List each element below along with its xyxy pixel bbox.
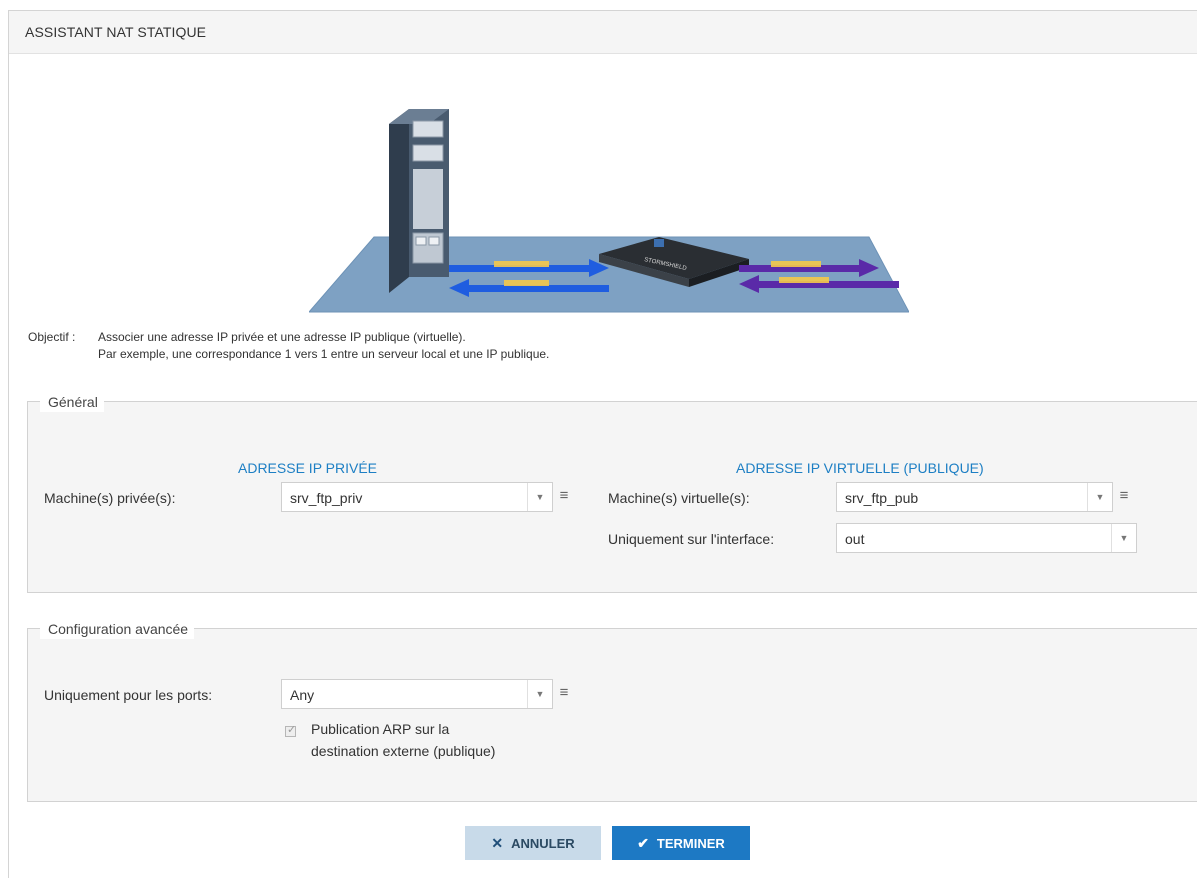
nat-illustration: STORMSHIELD xyxy=(309,109,909,313)
virtual-machines-combo[interactable]: srv_ftp_pub ▼ xyxy=(836,482,1113,512)
finish-label: TERMINER xyxy=(656,836,725,851)
advanced-legend: Configuration avancée xyxy=(40,619,195,639)
general-legend: Général xyxy=(40,392,104,412)
general-section: Général ADRESSE IP PRIVÉE ADRESSE IP VIR… xyxy=(27,392,1197,593)
objective-line-1: Associer une adresse IP privée et une ad… xyxy=(98,330,466,344)
check-icon: ✔ xyxy=(637,835,649,851)
private-ip-title: ADRESSE IP PRIVÉE xyxy=(238,460,378,476)
public-ip-title: ADRESSE IP VIRTUELLE (PUBLIQUE) xyxy=(736,460,984,476)
cancel-button[interactable]: ✕ ANNULER xyxy=(465,826,601,860)
chevron-down-icon[interactable]: ▼ xyxy=(527,680,552,708)
chevron-down-icon[interactable]: ▼ xyxy=(1111,524,1136,552)
interface-combo[interactable]: out ▼ xyxy=(836,523,1137,553)
list-menu-icon[interactable]: ≡ xyxy=(1113,482,1135,510)
interface-value: out xyxy=(845,531,865,547)
arp-publication-checkbox[interactable] xyxy=(285,723,296,737)
ports-value: Any xyxy=(290,687,315,703)
finish-button[interactable]: ✔ TERMINER xyxy=(612,826,750,860)
wizard-window: ASSISTANT NAT STATIQUE STORMSHIELD Objec… xyxy=(8,10,1197,878)
objective-label: Objectif : xyxy=(28,330,76,344)
private-machines-value: srv_ftp_priv xyxy=(290,490,363,506)
objective-line-2: Par exemple, une correspondance 1 vers 1… xyxy=(98,347,550,361)
private-machines-combo[interactable]: srv_ftp_priv ▼ xyxy=(281,482,553,512)
close-icon: ✕ xyxy=(491,835,504,851)
list-menu-icon[interactable]: ≡ xyxy=(553,679,575,707)
cancel-label: ANNULER xyxy=(511,836,575,851)
chevron-down-icon[interactable]: ▼ xyxy=(1087,483,1112,511)
private-machines-label: Machine(s) privée(s): xyxy=(44,490,176,506)
interface-label: Uniquement sur l'interface: xyxy=(608,531,775,547)
server-icon xyxy=(389,109,449,293)
arp-publication-label: Publication ARP sur la destination exter… xyxy=(311,718,495,762)
title-bar: ASSISTANT NAT STATIQUE xyxy=(9,11,1197,54)
ports-label: Uniquement pour les ports: xyxy=(44,687,213,703)
list-menu-icon[interactable]: ≡ xyxy=(553,482,575,510)
arp-label-line-1: Publication ARP sur la xyxy=(311,721,450,737)
advanced-section: Configuration avancée Uniquement pour le… xyxy=(27,619,1197,802)
virtual-machines-label: Machine(s) virtuelle(s): xyxy=(608,490,750,506)
virtual-machines-value: srv_ftp_pub xyxy=(845,490,919,506)
ports-combo[interactable]: Any ▼ xyxy=(281,679,553,709)
window-title: ASSISTANT NAT STATIQUE xyxy=(25,24,207,40)
arp-label-line-2: destination externe (publique) xyxy=(311,743,496,759)
chevron-down-icon[interactable]: ▼ xyxy=(527,483,552,511)
